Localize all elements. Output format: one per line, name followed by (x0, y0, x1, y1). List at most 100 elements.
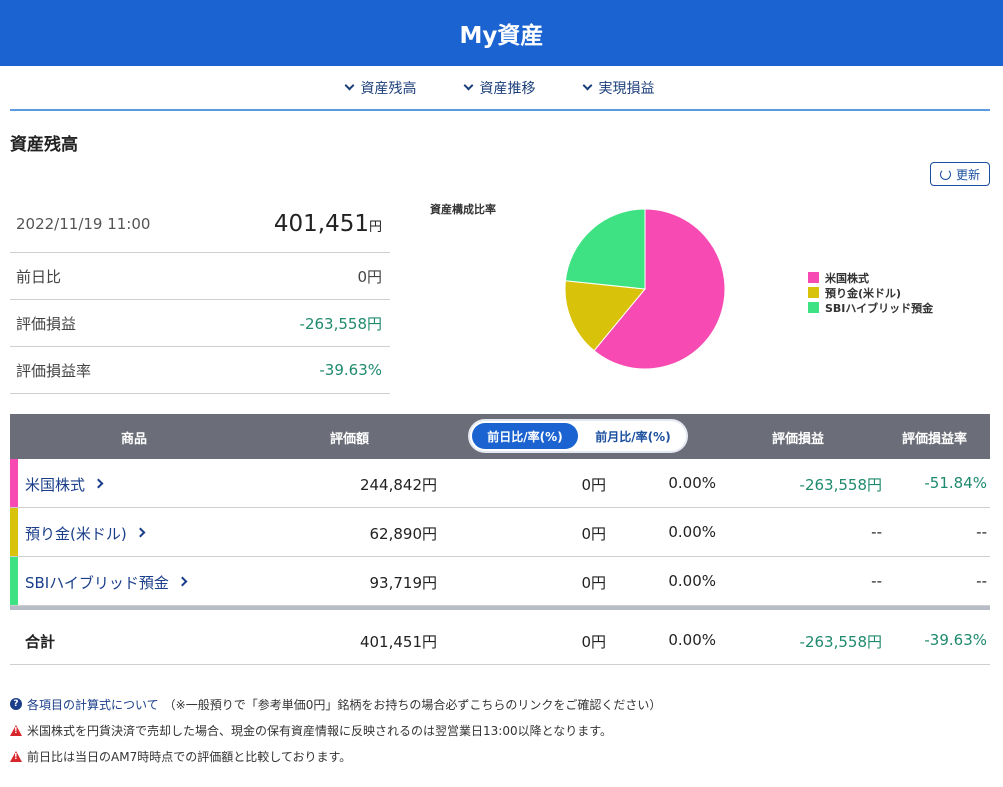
warning-icon (10, 750, 22, 762)
row-value: 244,842円 (359, 476, 437, 494)
formula-link-suffix: （※一般預りで「参考単価0円」銘柄をお持ちの場合必ずこちらのリンクをご確認くださ… (163, 697, 662, 712)
help-icon: ? (10, 698, 22, 710)
note-formula: ? 各項目の計算式について （※一般預りで「参考単価0円」銘柄をお持ちの場合必ず… (10, 696, 662, 713)
row-diff: 0円 (581, 525, 606, 543)
anchor-nav: 資産残高 資産推移 実現損益 (10, 66, 990, 111)
warning-icon (10, 724, 22, 736)
summary-total-value: 401,451 (273, 211, 369, 237)
summary-label: 前日比 (16, 267, 62, 286)
summary-total-row: 2022/11/19 11:00 401,451円 (10, 196, 390, 253)
total-value: 401,451円 (359, 633, 437, 651)
anchor-history[interactable]: 資産推移 (463, 78, 536, 98)
toggle-day-change[interactable]: 前日比/率(%) (472, 423, 578, 449)
row-product-name: 米国株式 (25, 476, 86, 494)
refresh-label: 更新 (955, 167, 980, 182)
total-label: 合計 (25, 633, 56, 651)
row-pl-rate: -- (976, 572, 987, 590)
total-diff-rate: 0.00% (668, 631, 716, 649)
legend-swatch (808, 302, 819, 313)
chevron-right-icon (93, 478, 104, 489)
legend-swatch (808, 272, 819, 283)
refresh-button[interactable]: 更新 (930, 162, 990, 186)
footnotes: ? 各項目の計算式について （※一般預りで「参考単価0円」銘柄をお持ちの場合必ず… (10, 697, 661, 775)
page-header: My資産 (0, 0, 1003, 66)
refresh-icon (939, 168, 951, 180)
anchor-label: 資産残高 (360, 80, 417, 97)
table-row: 預り金(米ドル) 62,890円 0円 0.00% -- -- (10, 508, 990, 557)
row-value: 93,719円 (369, 574, 438, 592)
chevron-right-icon (177, 576, 188, 587)
anchor-realized[interactable]: 実現損益 (582, 78, 655, 98)
summary-panel: 2022/11/19 11:00 401,451円 前日比 0円 評価損益 -2… (10, 196, 390, 394)
summary-total: 401,451円 (274, 211, 382, 237)
row-color-bar (10, 459, 18, 507)
legend-label: 預り金(米ドル) (825, 286, 902, 300)
row-diff-rate: 0.00% (668, 474, 716, 492)
col-header-pl-rate: 評価損益率 (902, 432, 968, 447)
legend-item: 預り金(米ドル) (808, 285, 933, 300)
chevron-down-icon (582, 80, 592, 91)
summary-label: 評価損益率 (16, 361, 92, 380)
anchor-label: 実現損益 (598, 80, 655, 97)
table-total-row: 合計 401,451円 0円 0.00% -263,558円 -39.63% (10, 610, 990, 665)
anchor-label: 資産推移 (479, 80, 536, 97)
legend-item: 米国株式 (808, 270, 933, 285)
page-title: My資産 (459, 23, 544, 49)
summary-total-unit: 円 (368, 220, 382, 235)
row-color-bar (10, 508, 18, 556)
row-diff-rate: 0.00% (668, 572, 716, 590)
legend-label: SBIハイブリッド預金 (825, 301, 934, 315)
legend-label: 米国株式 (825, 271, 869, 285)
total-diff: 0円 (581, 633, 606, 651)
summary-value: -39.63% (319, 361, 382, 379)
holdings-table: 商品 評価額 前日比/率(%) 前月比/率(%) 評価損益 評価損益率 米国株式… (10, 414, 990, 665)
summary-row-pl-rate: 評価損益率 -39.63% (10, 347, 390, 394)
row-pl-rate: -51.84% (924, 474, 987, 492)
row-product-link[interactable]: SBIハイブリッド預金 (25, 572, 188, 593)
summary-row-pl: 評価損益 -263,558円 (10, 300, 390, 347)
row-pl: -- (871, 572, 882, 590)
period-toggle: 前日比/率(%) 前月比/率(%) (468, 419, 688, 453)
asset-pie-chart (565, 209, 725, 369)
row-pl: -- (871, 523, 882, 541)
chart-title: 資産構成比率 (430, 203, 496, 216)
note-warning: 米国株式を円貨決済で売却した場合、現金の保有資産情報に反映されるのは翌営業日13… (10, 723, 661, 738)
row-product-name: SBIハイブリッド預金 (25, 574, 169, 592)
section-title: 資産残高 (10, 135, 78, 155)
summary-value: 0円 (357, 267, 382, 286)
chevron-down-icon (344, 80, 354, 91)
formula-link[interactable]: 各項目の計算式について (27, 696, 159, 713)
anchor-balance[interactable]: 資産残高 (344, 78, 417, 98)
row-product-link[interactable]: 預り金(米ドル) (25, 523, 146, 544)
row-pl: -263,558円 (799, 476, 882, 494)
legend-swatch (808, 287, 819, 298)
total-pl: -263,558円 (799, 633, 882, 651)
row-value: 62,890円 (369, 525, 438, 543)
chevron-right-icon (135, 527, 146, 538)
row-product-link[interactable]: 米国株式 (25, 474, 104, 495)
note-warning: 前日比は当日のAM7時時点での評価額と比較しております。 (10, 749, 661, 764)
row-diff-rate: 0.00% (668, 523, 716, 541)
total-pl-rate: -39.63% (924, 631, 987, 649)
row-color-bar (10, 557, 18, 605)
summary-value: -263,558円 (299, 314, 382, 333)
col-header-value: 評価額 (330, 432, 370, 447)
row-pl-rate: -- (976, 523, 987, 541)
row-diff: 0円 (581, 476, 606, 494)
table-row: SBIハイブリッド預金 93,719円 0円 0.00% -- -- (10, 557, 990, 606)
summary-row-day-change: 前日比 0円 (10, 253, 390, 300)
warning-text: 米国株式を円貨決済で売却した場合、現金の保有資産情報に反映されるのは翌営業日13… (27, 723, 613, 738)
summary-datetime: 2022/11/19 11:00 (16, 215, 151, 233)
summary-label: 評価損益 (16, 314, 77, 333)
col-header-pl: 評価損益 (772, 432, 825, 447)
warning-text: 前日比は当日のAM7時時点での評価額と比較しております。 (27, 749, 352, 764)
table-header: 商品 評価額 前日比/率(%) 前月比/率(%) 評価損益 評価損益率 (10, 414, 990, 459)
row-product-name: 預り金(米ドル) (25, 525, 127, 543)
col-header-product: 商品 (121, 432, 148, 447)
chart-legend: 米国株式 預り金(米ドル) SBIハイブリッド預金 (808, 270, 933, 315)
toggle-month-change[interactable]: 前月比/率(%) (580, 423, 686, 449)
chevron-down-icon (463, 80, 473, 91)
table-row: 米国株式 244,842円 0円 0.00% -263,558円 -51.84% (10, 459, 990, 508)
legend-item: SBIハイブリッド預金 (808, 300, 933, 315)
row-diff: 0円 (581, 574, 606, 592)
